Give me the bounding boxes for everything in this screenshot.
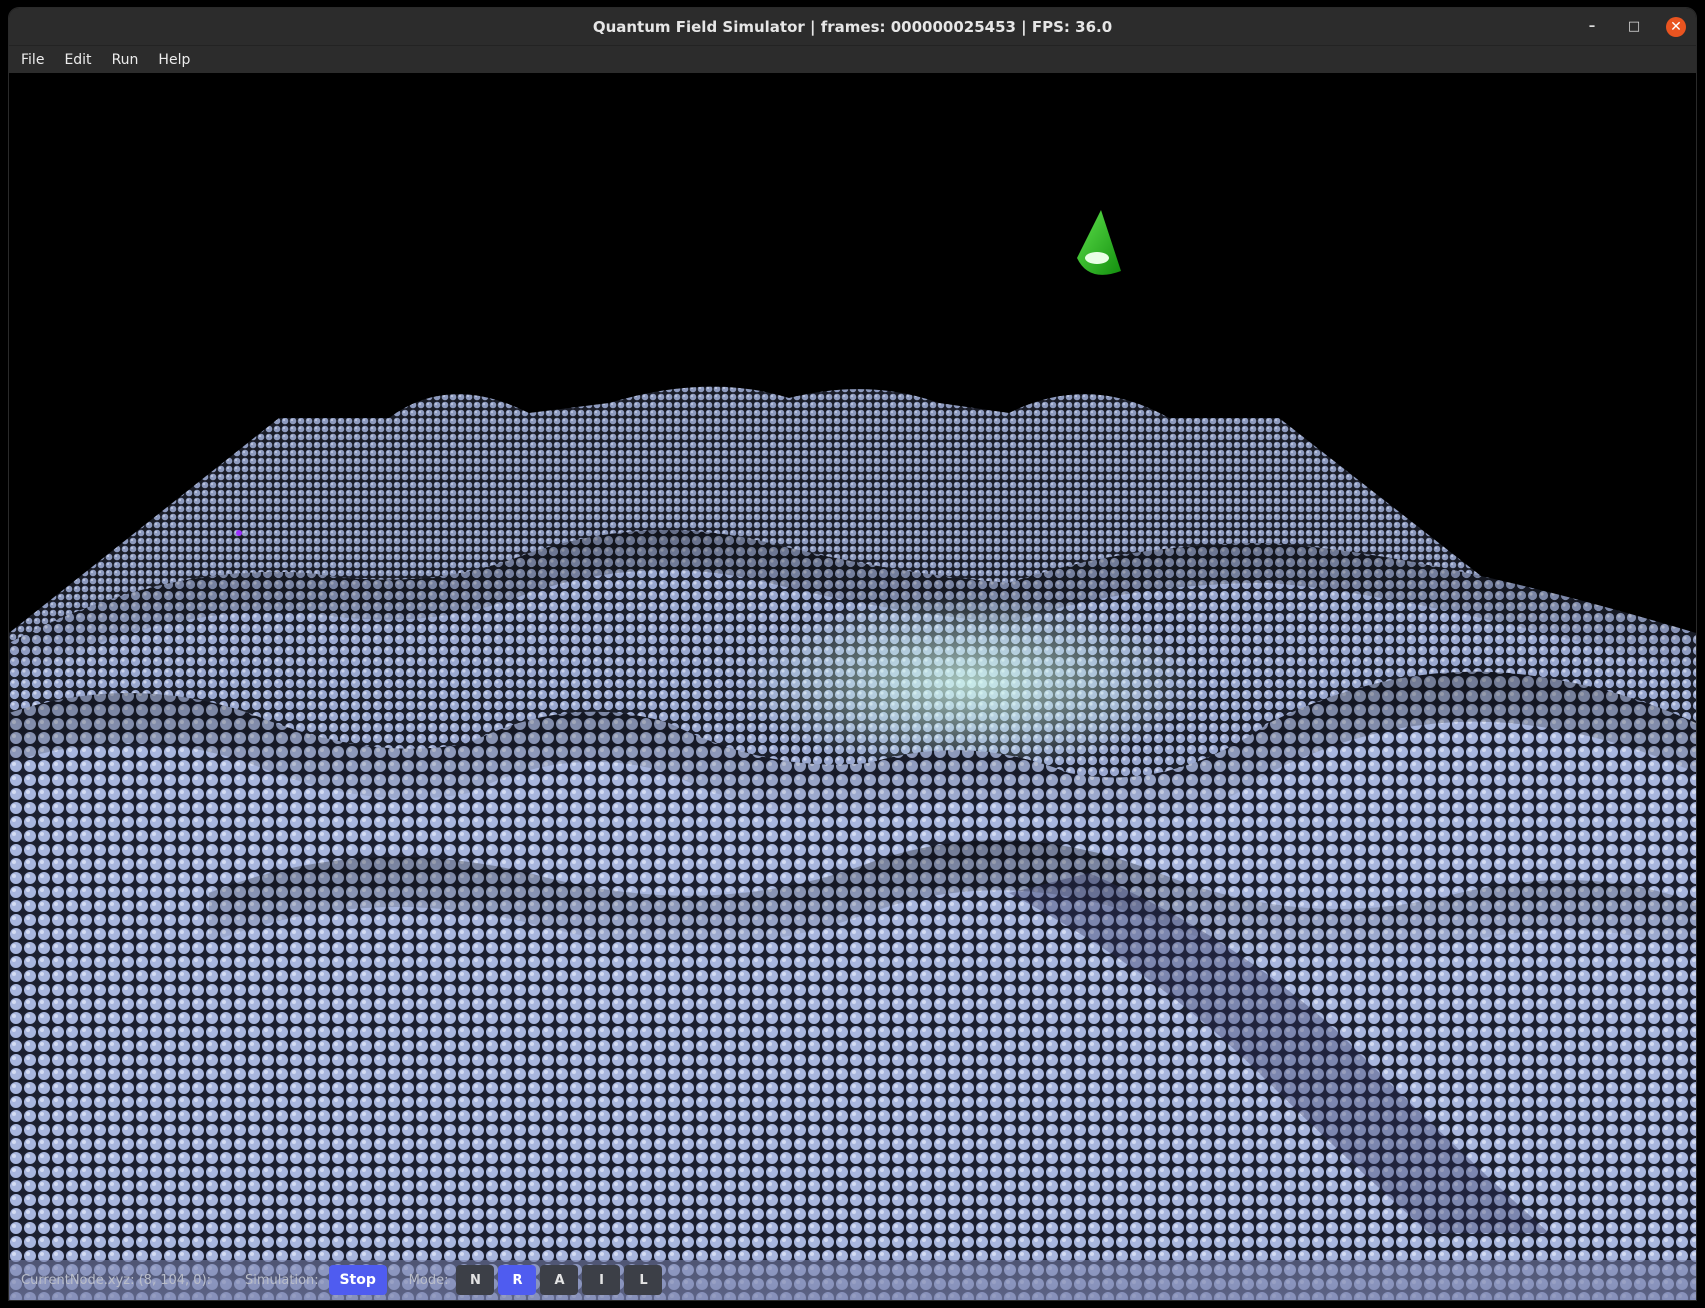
- current-node-marker[interactable]: [236, 530, 242, 536]
- mode-button-r[interactable]: R: [498, 1265, 537, 1295]
- mode-button-a[interactable]: A: [540, 1265, 579, 1295]
- menu-bar: File Edit Run Help: [9, 45, 1696, 74]
- menu-help[interactable]: Help: [158, 52, 190, 68]
- close-button[interactable]: ✕: [1666, 16, 1686, 37]
- mode-button-l[interactable]: L: [624, 1265, 663, 1295]
- stop-button[interactable]: Stop: [328, 1265, 387, 1295]
- simulation-viewport[interactable]: CurrentNode.xyz: (8, 104, 0): Simulation…: [9, 73, 1696, 1300]
- menu-file[interactable]: File: [21, 52, 44, 68]
- menu-edit[interactable]: Edit: [64, 52, 91, 68]
- app-window: Quantum Field Simulator | frames: 000000…: [9, 8, 1696, 1300]
- mode-button-i[interactable]: I: [582, 1265, 621, 1295]
- field-peak-highlight: [739, 593, 1199, 773]
- title-bar: Quantum Field Simulator | frames: 000000…: [9, 8, 1696, 45]
- minimize-button[interactable]: –: [1582, 17, 1602, 37]
- current-node-readout: CurrentNode.xyz: (8, 104, 0):: [21, 1272, 212, 1288]
- simulation-label: Simulation:: [245, 1272, 319, 1288]
- mode-button-n[interactable]: N: [456, 1265, 495, 1295]
- particle-field-render[interactable]: [9, 73, 1696, 1300]
- status-bar: CurrentNode.xyz: (8, 104, 0): Simulation…: [9, 1260, 1696, 1300]
- mode-label: Mode:: [408, 1272, 449, 1288]
- green-cone-icon[interactable]: [1077, 210, 1121, 275]
- window-title: Quantum Field Simulator | frames: 000000…: [592, 17, 1113, 36]
- window-controls: – □ ✕: [1582, 8, 1686, 45]
- maximize-button[interactable]: □: [1624, 17, 1644, 37]
- menu-run[interactable]: Run: [112, 52, 139, 68]
